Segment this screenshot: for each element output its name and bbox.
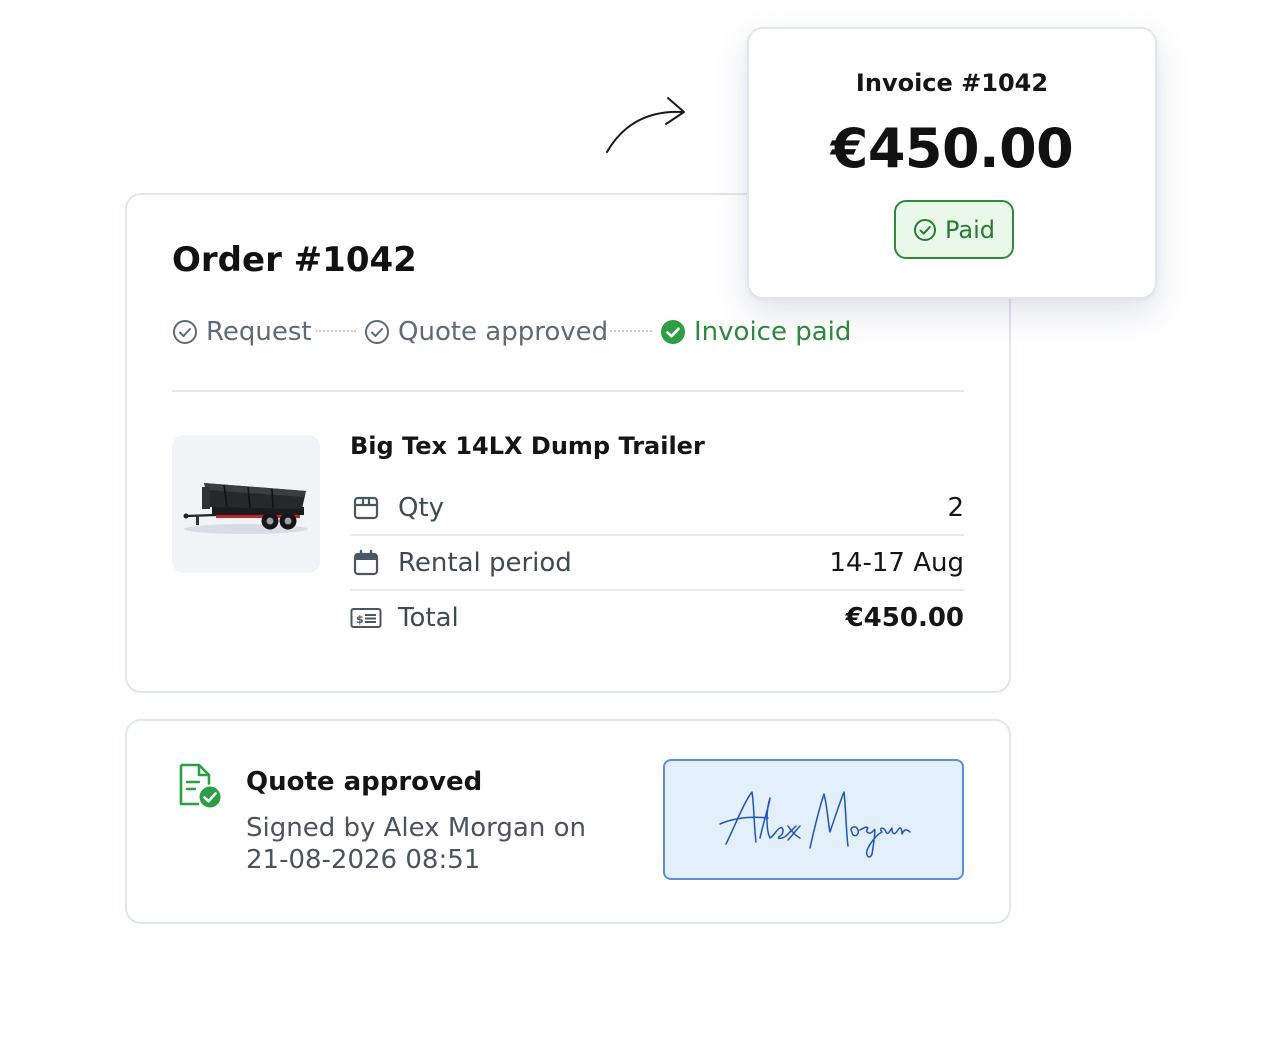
divider — [172, 390, 964, 392]
signed-by-line: Signed by Alex Morgan on — [246, 813, 586, 843]
paid-status-badge: Paid — [894, 200, 1014, 259]
box-icon — [350, 492, 382, 524]
arrow-icon — [606, 97, 685, 153]
qty-label: Qty — [398, 493, 445, 523]
dump-trailer-image — [183, 483, 308, 534]
signed-date: 21-08-2026 08:51 — [246, 845, 481, 875]
svg-text:$: $ — [356, 613, 364, 626]
product-name: Big Tex 14LX Dump Trailer — [350, 432, 705, 460]
check-circle-filled-icon — [661, 320, 685, 344]
step-quote-approved: Quote approved — [364, 315, 608, 349]
total-value: €450.00 — [845, 603, 964, 633]
paid-status-label: Paid — [944, 215, 995, 244]
step-connector — [316, 330, 356, 332]
document-check-icon — [179, 763, 223, 810]
quote-title: Quote approved — [246, 767, 483, 797]
total-row: $ Total €450.00 — [350, 600, 964, 636]
step-label: Request — [206, 317, 312, 347]
rental-period-value: 14-17 Aug — [829, 548, 964, 578]
check-circle-outline-icon — [173, 320, 197, 344]
invoice-title: Invoice #1042 — [855, 69, 1049, 97]
step-invoice-paid: Invoice paid — [660, 315, 851, 349]
qty-row: Qty 2 — [350, 490, 964, 526]
qty-value: 2 — [947, 493, 964, 523]
step-label: Invoice paid — [694, 317, 852, 347]
calendar-icon — [350, 547, 382, 579]
product-image — [172, 435, 320, 573]
rental-period-row: Rental period 14-17 Aug — [350, 545, 964, 581]
invoice-amount: €450.00 — [830, 117, 1074, 180]
step-connector — [610, 330, 652, 332]
signature — [718, 790, 911, 858]
quote-signed-text: Signed by Alex Morgan on 21-08-2026 08:5… — [246, 812, 606, 876]
check-circle-outline-icon — [365, 320, 389, 344]
rental-period-label: Rental period — [398, 548, 572, 578]
total-label: Total — [398, 603, 459, 633]
check-circle-icon — [913, 218, 936, 241]
signature-box — [663, 759, 964, 880]
receipt-icon: $ — [350, 602, 382, 634]
row-divider — [350, 589, 964, 591]
row-divider — [350, 534, 964, 536]
invoice-card: Invoice #1042 €450.00 Paid — [747, 27, 1157, 299]
order-title: Order #1042 — [172, 240, 417, 280]
step-request: Request — [172, 315, 312, 349]
step-label: Quote approved — [398, 317, 609, 347]
